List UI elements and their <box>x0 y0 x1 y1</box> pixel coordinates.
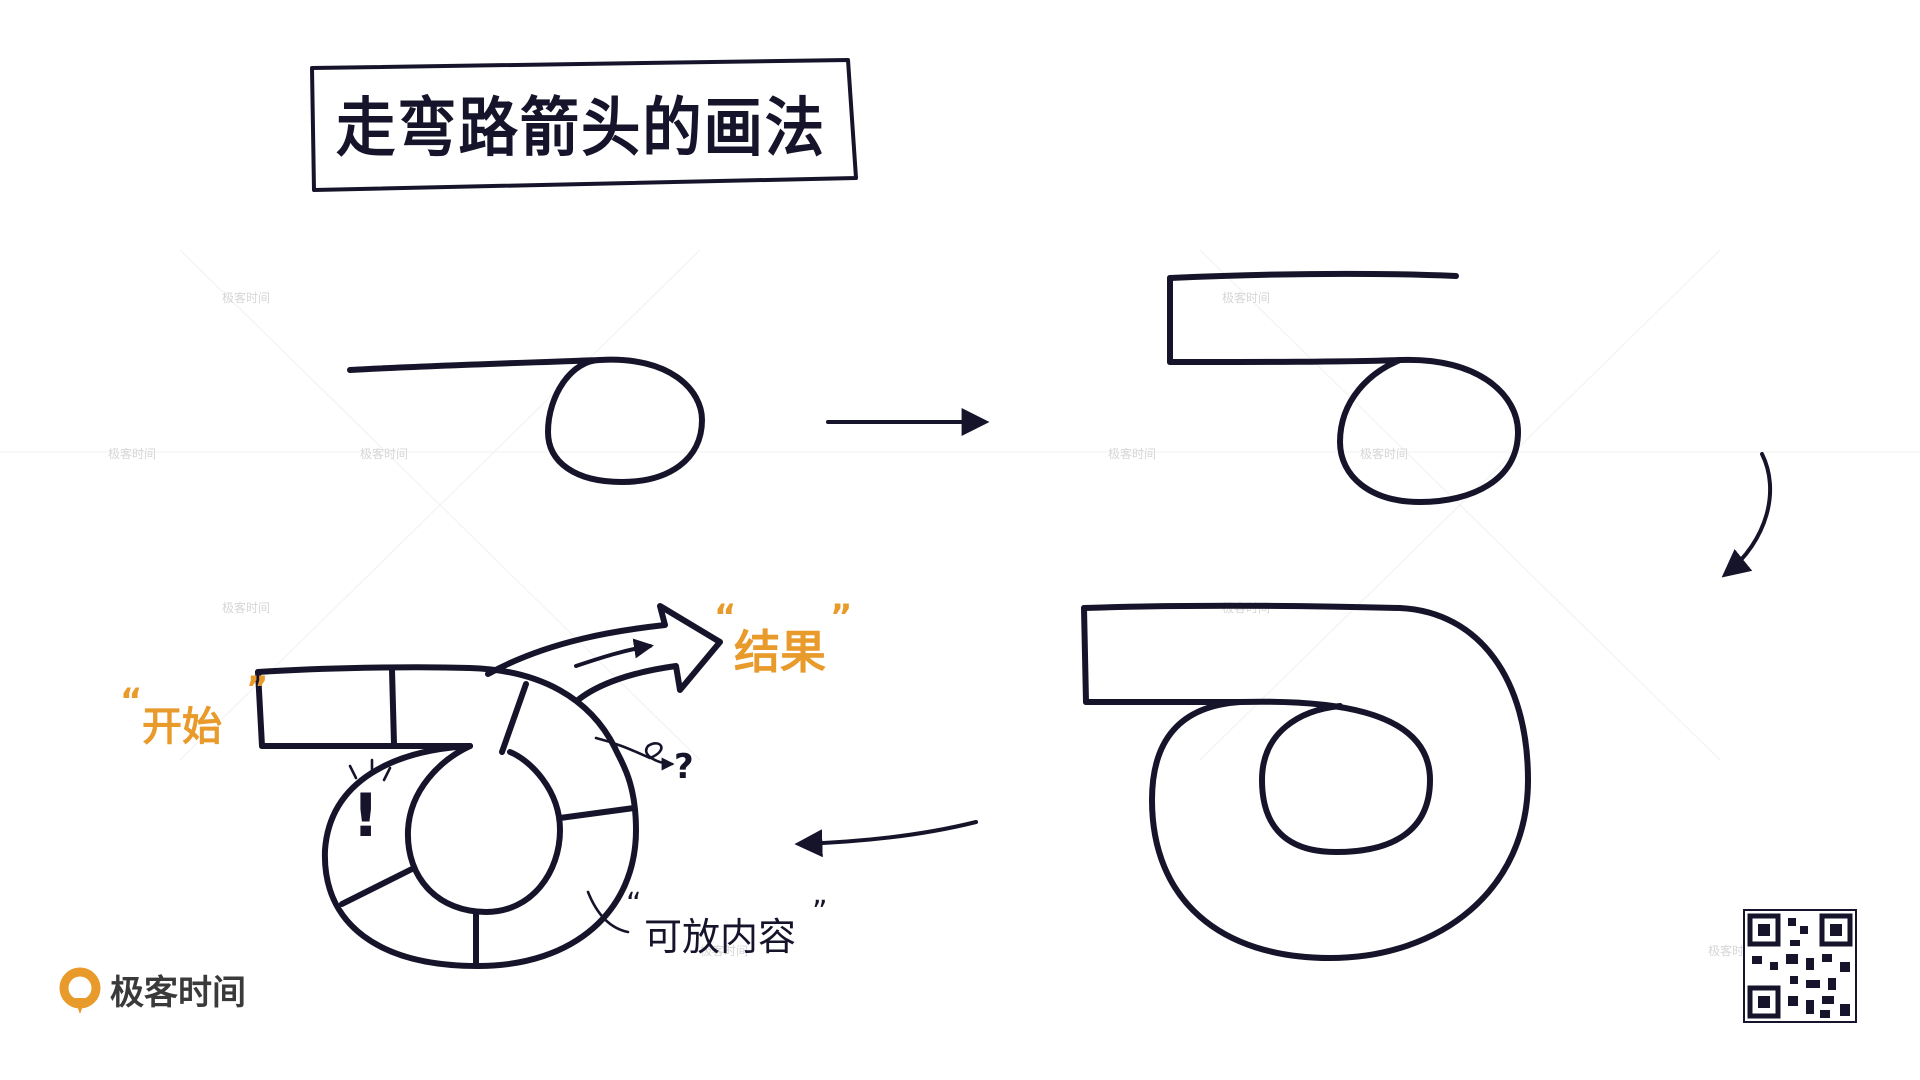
watermark-text: 极客时间 <box>1222 290 1270 305</box>
result-label: 结果 <box>734 625 826 679</box>
content-label: 可放内容 <box>644 915 796 959</box>
page-title: 走弯路箭头的画法 <box>336 92 826 166</box>
brand-logo: 极客时间 <box>59 967 246 1014</box>
watermark-text: 极客时间 <box>1108 446 1156 461</box>
arrow-step2-to-step3 <box>1721 452 1773 578</box>
content-quote-close: ” <box>812 895 828 930</box>
result-quote-open: “ <box>714 597 736 637</box>
geektime-logo-icon <box>59 967 101 1014</box>
start-quote-close: ” <box>246 669 268 709</box>
watermark-lines <box>0 249 1920 761</box>
watermark-text: 极客时间 <box>222 600 270 615</box>
watermark-text: 极客时间 <box>108 446 156 461</box>
step4-segmented-ring <box>255 603 723 969</box>
exclaim-mark-label: ! <box>352 781 379 851</box>
title-box: 走弯路箭头的画法 <box>310 58 858 192</box>
result-quote-close: ” <box>830 597 852 637</box>
step2-band-loop <box>1167 270 1521 505</box>
step3-band-ring <box>1081 602 1531 961</box>
content-quote-open: “ <box>626 887 642 922</box>
start-quote-open: “ <box>120 681 142 721</box>
brand-name: 极客时间 <box>110 973 246 1013</box>
drawing-canvas: 极客时间 极客时间 极客时间 极客时间 极客时间 极客时间 极客时间 极客时间 … <box>0 58 1920 1023</box>
watermark-text: 极客时间 <box>222 290 270 305</box>
arrow-step3-to-step4 <box>794 820 978 858</box>
start-label: 开始 <box>142 704 222 750</box>
watermark-text: 极客时间 <box>1360 446 1408 461</box>
watermark-text: 极客时间 <box>360 446 408 461</box>
question-mark-label: ? <box>674 747 694 787</box>
qr-code-icon <box>1743 909 1857 1023</box>
